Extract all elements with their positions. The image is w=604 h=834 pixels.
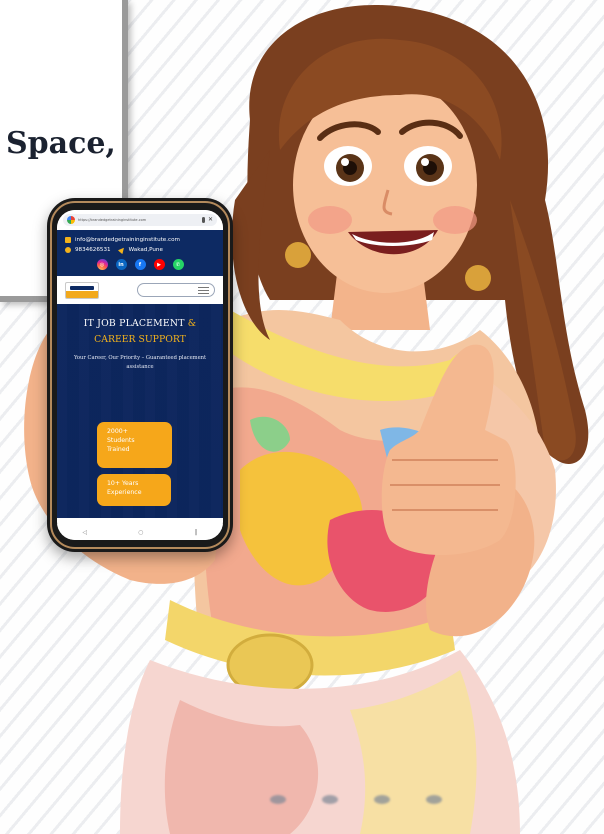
hero-title-line2: CAREER SUPPORT	[94, 334, 186, 345]
whatsapp-icon[interactable]: ✆	[172, 259, 184, 270]
hero-title-amp: &	[187, 318, 197, 329]
stat-value: 2000+	[107, 428, 128, 435]
stat-label: Trained	[107, 445, 130, 453]
stat-label: Experience	[107, 488, 142, 496]
youtube-icon[interactable]: ▶	[153, 259, 165, 270]
social-links: ◎ in f ▶ ✆	[65, 259, 215, 270]
mic-icon[interactable]	[201, 217, 205, 223]
email-row: info@brandedgetraininginstitute.com	[65, 235, 215, 245]
menu-icon[interactable]	[198, 286, 209, 294]
hero-subtitle: Your Career, Our Priority – Guaranteed p…	[73, 355, 207, 370]
location-icon	[117, 245, 126, 255]
brand-logo[interactable]	[65, 281, 99, 299]
stat-card-students[interactable]: 2000+ Students Trained	[97, 422, 172, 468]
hero-section: IT JOB PLACEMENT & CAREER SUPPORT Your C…	[57, 304, 223, 518]
smartphone: https://brandedgetraininginstitute.com ✕…	[47, 198, 233, 552]
decorative-dots	[270, 795, 442, 804]
location-text: Wakad,Pune	[128, 247, 163, 253]
back-icon[interactable]: ◁	[83, 529, 88, 536]
phone-text[interactable]: 9834626531	[75, 247, 111, 253]
stat-value: 10+ Years	[107, 480, 139, 487]
phone-icon	[65, 247, 71, 253]
email-icon	[65, 237, 71, 243]
phone-row: 9834626531 Wakad,Pune	[65, 245, 215, 255]
phone-screen: https://brandedgetraininginstitute.com ✕…	[57, 210, 223, 540]
close-icon[interactable]: ✕	[208, 217, 213, 223]
browser-bar: https://brandedgetraininginstitute.com ✕	[57, 210, 223, 230]
stat-card-experience[interactable]: 10+ Years Experience	[97, 474, 171, 506]
hero-title: IT JOB PLACEMENT &	[63, 318, 217, 329]
linkedin-icon[interactable]: in	[115, 259, 127, 270]
google-icon	[67, 216, 75, 224]
hero-title-line1: IT JOB PLACEMENT	[83, 318, 185, 329]
contact-strip: info@brandedgetraininginstitute.com 9834…	[57, 230, 223, 276]
home-icon[interactable]: ○	[138, 529, 143, 536]
recent-apps-icon[interactable]: ‖	[194, 529, 197, 536]
url-text: https://brandedgetraininginstitute.com	[78, 218, 147, 222]
search-input[interactable]	[137, 283, 215, 297]
site-header	[57, 276, 223, 304]
address-bar[interactable]: https://brandedgetraininginstitute.com ✕	[63, 214, 217, 226]
instagram-icon[interactable]: ◎	[96, 259, 108, 270]
email-text[interactable]: info@brandedgetraininginstitute.com	[75, 237, 180, 243]
facebook-icon[interactable]: f	[134, 259, 146, 270]
android-nav-bar: ◁ ○ ‖	[57, 524, 223, 540]
stat-label: Students	[107, 436, 135, 444]
